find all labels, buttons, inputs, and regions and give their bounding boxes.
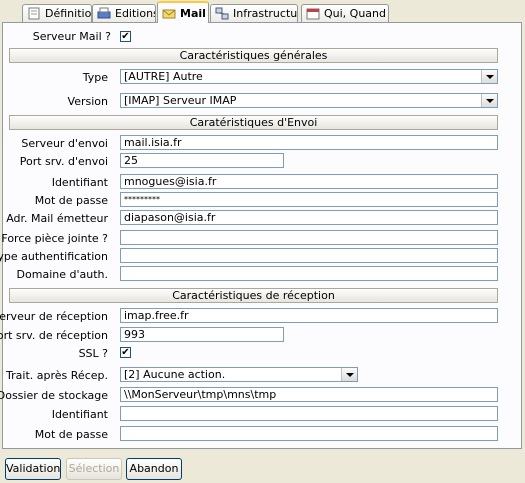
dossier-input[interactable]: \\MonServeur\tmp\mns\tmp — [120, 387, 498, 402]
mail-icon — [162, 7, 176, 20]
traitement-select[interactable]: [2] Aucune action. — [120, 367, 358, 382]
domaine-auth-label: Domaine d'auth. — [16, 268, 108, 281]
version-value: [IMAP] Serveur IMAP — [124, 94, 237, 107]
chevron-down-icon[interactable] — [341, 368, 357, 381]
auth-type-input[interactable] — [120, 248, 498, 263]
type-label: Type — [82, 71, 108, 84]
version-label: Version — [67, 95, 108, 108]
serveur-reception-label: Serveur de réception — [0, 310, 108, 323]
emetteur-input[interactable]: diapason@isia.fr — [120, 210, 498, 225]
serveur-envoi-label: Serveur d'envoi — [21, 137, 108, 150]
traitement-value: [2] Aucune action. — [124, 368, 226, 381]
tab-editions[interactable]: Editions — [92, 4, 156, 22]
tab-bar: Définition Editions Mail Infrastructure … — [0, 0, 525, 24]
tab-infrastructure[interactable]: Infrastructure — [210, 4, 298, 22]
tab-label: Infrastructure — [233, 7, 298, 20]
printer-icon — [97, 7, 111, 20]
type-select[interactable]: [AUTRE] Autre — [120, 69, 498, 84]
validation-button[interactable]: Validation — [5, 458, 61, 480]
identifiant-reception-input[interactable] — [120, 406, 498, 421]
serveur-envoi-input[interactable]: mail.isia.fr — [120, 135, 498, 150]
tab-label: Mail — [180, 6, 206, 20]
serveur-reception-input[interactable]: imap.free.fr — [120, 308, 498, 323]
version-select[interactable]: [IMAP] Serveur IMAP — [120, 93, 498, 108]
port-reception-label: Port srv. de réception — [0, 329, 108, 342]
section-reception-header: Caractéristiques de réception — [9, 288, 498, 303]
port-reception-input[interactable]: 993 — [120, 327, 284, 342]
auth-type-label: Type authentification — [0, 250, 108, 263]
abandon-button[interactable]: Abandon — [126, 458, 182, 480]
password-reception-label: Mot de passe — [34, 428, 108, 441]
emetteur-label: Adr. Mail émetteur — [6, 212, 108, 225]
selection-button[interactable]: Sélection — [66, 458, 122, 480]
password-envoi-input[interactable]: ********* — [120, 192, 498, 207]
piece-jointe-input[interactable] — [120, 230, 498, 245]
password-envoi-label: Mot de passe — [34, 194, 108, 207]
piece-jointe-label: Force pièce jointe ? — [1, 232, 108, 245]
port-envoi-input[interactable]: 25 — [120, 153, 284, 168]
tab-label: Qui, Quand ? — [324, 7, 389, 20]
traitement-label: Trait. après Récep. — [6, 369, 108, 382]
identifiant-envoi-label: Identifiant — [51, 176, 108, 189]
ssl-label: SSL ? — [78, 347, 108, 360]
port-envoi-label: Port srv. d'envoi — [19, 155, 108, 168]
password-reception-input[interactable] — [120, 426, 498, 441]
dossier-label: Dossier de stockage — [0, 389, 108, 402]
network-icon — [215, 7, 229, 20]
serveur-mail-checkbox[interactable]: ✔ — [120, 31, 131, 42]
document-icon — [27, 7, 41, 20]
domaine-auth-input[interactable] — [120, 266, 498, 281]
tab-definition[interactable]: Définition — [22, 4, 92, 22]
calendar-icon — [306, 7, 320, 20]
ssl-checkbox[interactable]: ✔ — [120, 347, 131, 358]
tab-label: Définition — [45, 7, 92, 20]
tab-mail[interactable]: Mail — [157, 1, 209, 23]
identifiant-reception-label: Identifiant — [51, 408, 108, 421]
serveur-mail-label: Serveur Mail ? — [32, 30, 111, 43]
tab-label: Editions — [115, 7, 156, 20]
section-envoi-header: Caratéristiques d'Envoi — [9, 115, 498, 130]
section-general-header: Caractéristiques générales — [9, 48, 498, 63]
identifiant-envoi-input[interactable]: mnogues@isia.fr — [120, 174, 498, 189]
tab-qui-quand[interactable]: Qui, Quand ? — [301, 4, 389, 22]
type-value: [AUTRE] Autre — [124, 70, 203, 83]
chevron-down-icon[interactable] — [481, 70, 497, 83]
chevron-down-icon[interactable] — [481, 94, 497, 107]
